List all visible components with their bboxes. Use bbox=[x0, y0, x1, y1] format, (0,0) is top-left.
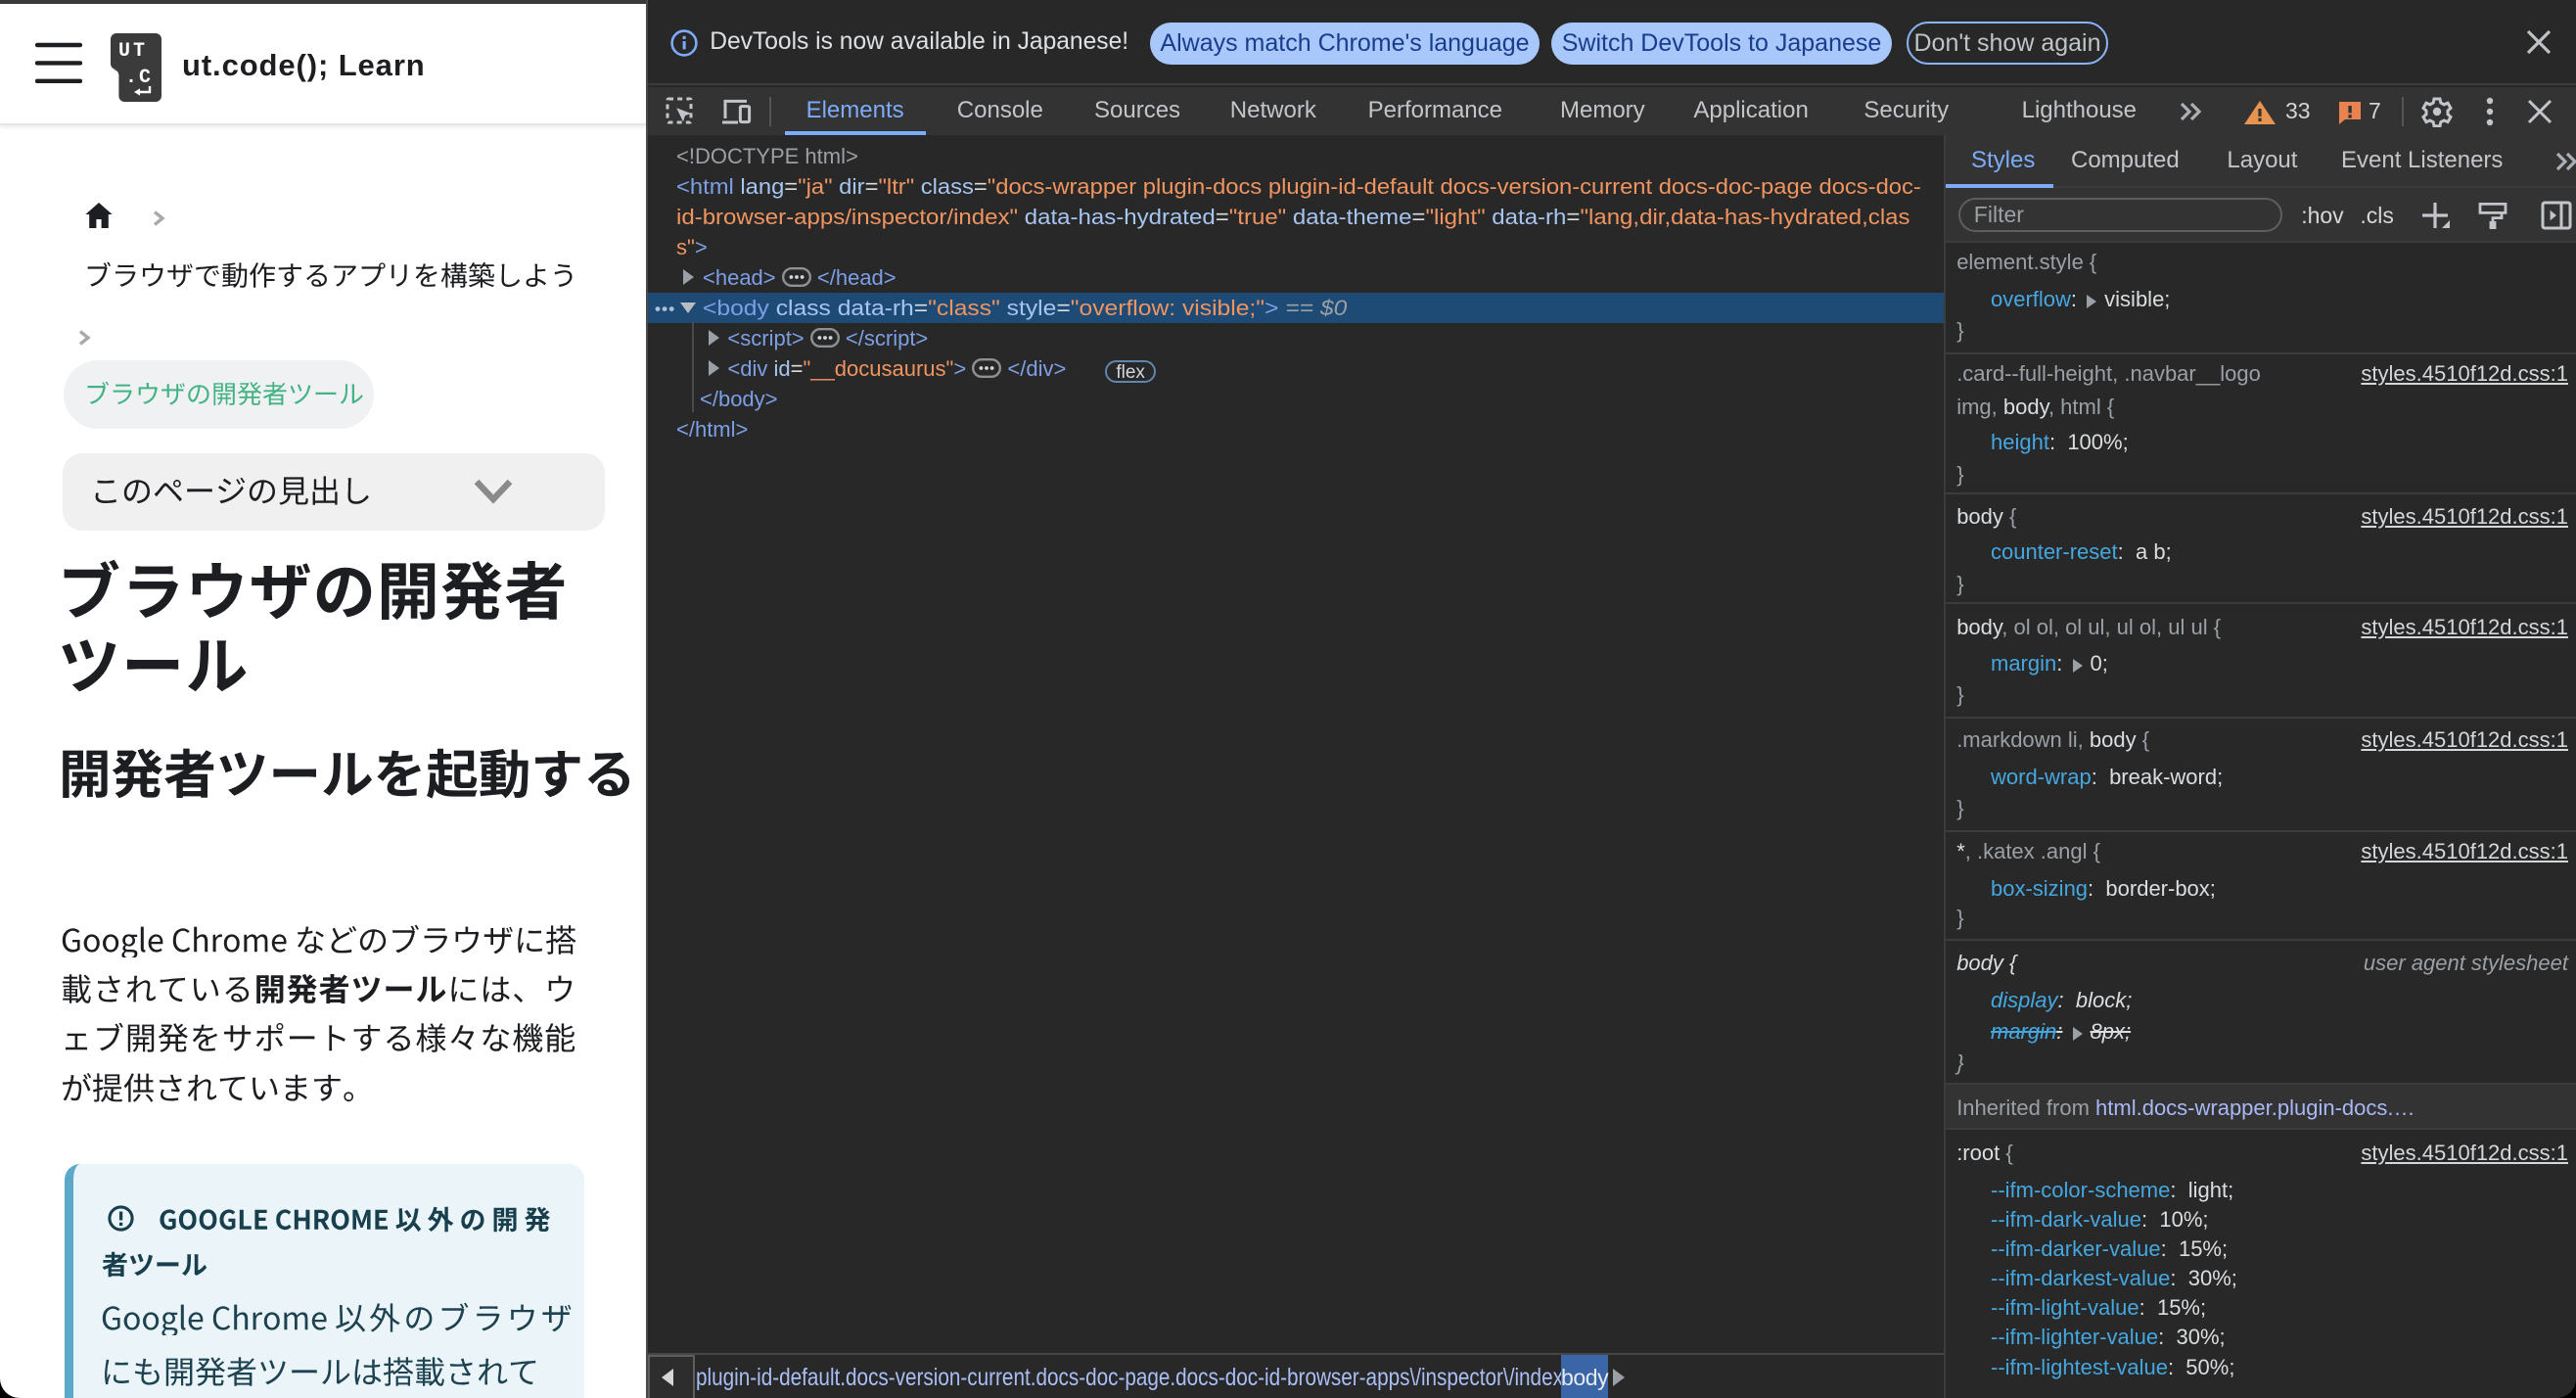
svg-text:.C: .C bbox=[125, 67, 153, 89]
svg-text:UT: UT bbox=[118, 40, 148, 63]
